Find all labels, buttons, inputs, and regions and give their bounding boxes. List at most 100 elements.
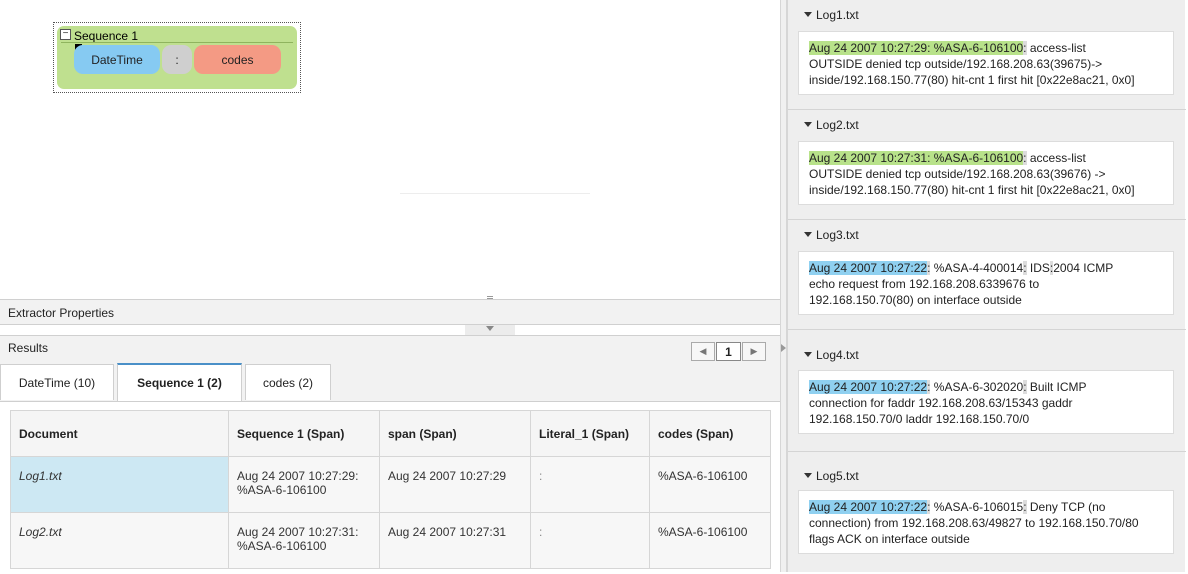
log-code: %ASA-6-302020 xyxy=(930,380,1024,394)
cell-sequence-line: Aug 24 2007 10:27:31: xyxy=(237,525,359,539)
log-section-log1: Log1.txt Aug 24 2007 10:27:29: %ASA-6-10… xyxy=(788,0,1186,110)
log-content[interactable]: Aug 24 2007 10:27:22: %ASA-6-302020: Bui… xyxy=(798,370,1174,434)
caret-down-icon[interactable] xyxy=(804,232,812,238)
expand-down-icon[interactable] xyxy=(486,326,494,331)
column-header-document[interactable]: Document xyxy=(10,410,229,457)
collapse-right-icon[interactable] xyxy=(781,344,786,352)
cell-sequence-line: %ASA-6-106100 xyxy=(237,539,327,553)
caret-down-icon[interactable] xyxy=(804,473,812,479)
log-name: Log4.txt xyxy=(816,348,859,362)
cell-sequence[interactable]: Aug 24 2007 10:27:29: %ASA-6-106100 xyxy=(228,456,380,513)
log-name: Log2.txt xyxy=(816,118,859,132)
log-text: 192.168.150.70/0 laddr 192.168.150.70/0 xyxy=(809,412,1030,426)
log-text: inside/192.168.150.77(80) hit-cnt 1 firs… xyxy=(809,73,1135,87)
sequence-node[interactable]: − Sequence 1 DateTime : codes xyxy=(57,26,297,89)
log-name: Log3.txt xyxy=(816,228,859,242)
tab-sequence-1[interactable]: Sequence 1 (2) xyxy=(117,363,242,401)
log-text: inside/192.168.150.77(80) hit-cnt 1 firs… xyxy=(809,183,1135,197)
results-tab-panel: Document Sequence 1 (Span) span (Span) L… xyxy=(0,401,780,574)
log-header[interactable]: Log1.txt xyxy=(804,8,859,22)
vertical-splitter[interactable] xyxy=(780,0,787,572)
log-text: access-list xyxy=(1026,41,1086,55)
sequence-title: Sequence 1 xyxy=(74,29,139,43)
log-text: access-list xyxy=(1026,151,1086,165)
cell-document[interactable]: Log2.txt xyxy=(10,512,229,569)
log-header[interactable]: Log2.txt xyxy=(804,118,859,132)
pager-next-button[interactable]: ▶ xyxy=(742,342,766,361)
log-text: Built ICMP xyxy=(1026,380,1087,394)
pager: ◀ 1 ▶ xyxy=(691,342,766,363)
log-code: %ASA-4-400014 xyxy=(930,261,1024,275)
log-text: IDS xyxy=(1026,261,1050,275)
datetime-chip[interactable]: DateTime xyxy=(74,45,160,74)
cell-codes[interactable]: %ASA-6-106100 xyxy=(649,456,771,513)
highlight-sequence: Aug 24 2007 10:27:31: %ASA-6-106100 xyxy=(809,151,1024,165)
log-section-log4: Log4.txt Aug 24 2007 10:27:22: %ASA-6-30… xyxy=(788,330,1186,452)
log-code: %ASA-6-106015 xyxy=(930,500,1024,514)
results-title: Results xyxy=(8,341,49,355)
log-text: connection for faddr 192.168.208.63/1534… xyxy=(809,396,1073,410)
results-tabs: DateTime (10) Sequence 1 (2) codes (2) xyxy=(0,363,780,401)
extractor-canvas[interactable]: − Sequence 1 DateTime : codes xyxy=(0,0,780,298)
log-name: Log1.txt xyxy=(816,8,859,22)
cell-literal[interactable]: : xyxy=(530,456,650,513)
literal-chip[interactable]: : xyxy=(162,45,192,74)
cell-codes[interactable]: %ASA-6-106100 xyxy=(649,512,771,569)
log-content[interactable]: Aug 24 2007 10:27:22: %ASA-6-106015: Den… xyxy=(798,490,1174,554)
sequence-divider xyxy=(61,42,293,43)
log-name: Log5.txt xyxy=(816,469,859,483)
log-text: OUTSIDE denied tcp outside/192.168.208.6… xyxy=(809,167,1106,181)
cell-sequence-line: Aug 24 2007 10:27:29: xyxy=(237,469,359,483)
log-content[interactable]: Aug 24 2007 10:27:22: %ASA-4-400014: IDS… xyxy=(798,251,1174,315)
table-header-row: Document Sequence 1 (Span) span (Span) L… xyxy=(10,410,771,457)
tab-codes[interactable]: codes (2) xyxy=(245,364,331,400)
column-header-sequence[interactable]: Sequence 1 (Span) xyxy=(228,410,380,457)
collapse-icon[interactable]: − xyxy=(60,29,71,40)
document-preview-panel: Log1.txt Aug 24 2007 10:27:29: %ASA-6-10… xyxy=(787,0,1186,572)
log-text: echo request from 192.168.208.6339676 to xyxy=(809,277,1040,291)
caret-down-icon[interactable] xyxy=(804,12,812,18)
extractor-properties-title: Extractor Properties xyxy=(8,306,115,320)
log-section-log3: Log3.txt Aug 24 2007 10:27:22: %ASA-4-40… xyxy=(788,220,1186,330)
codes-chip[interactable]: codes xyxy=(194,45,281,74)
extractor-properties-header[interactable]: Extractor Properties xyxy=(0,299,780,325)
highlight-datetime: Aug 24 2007 10:27:22 xyxy=(809,380,928,394)
cell-sequence[interactable]: Aug 24 2007 10:27:31: %ASA-6-106100 xyxy=(228,512,380,569)
highlight-sequence: Aug 24 2007 10:27:29: %ASA-6-106100 xyxy=(809,41,1024,55)
sequence-node-selection[interactable]: − Sequence 1 DateTime : codes xyxy=(53,22,301,93)
log-text: 2004 ICMP xyxy=(1053,261,1114,275)
log-text: connection) from 192.168.208.63/49827 to… xyxy=(809,516,1139,530)
log-text: flags ACK on interface outside xyxy=(809,532,970,546)
column-header-codes[interactable]: codes (Span) xyxy=(649,410,771,457)
pager-prev-button[interactable]: ◀ xyxy=(691,342,715,361)
caret-down-icon[interactable] xyxy=(804,122,812,128)
highlight-datetime: Aug 24 2007 10:27:22 xyxy=(809,500,928,514)
table-row[interactable]: Log2.txt Aug 24 2007 10:27:31: %ASA-6-106… xyxy=(10,512,771,569)
highlight-datetime: Aug 24 2007 10:27:22 xyxy=(809,261,928,275)
cell-span[interactable]: Aug 24 2007 10:27:29 xyxy=(379,456,531,513)
results-table: Document Sequence 1 (Span) span (Span) L… xyxy=(10,410,771,569)
table-row[interactable]: Log1.txt Aug 24 2007 10:27:29: %ASA-6-106… xyxy=(10,456,771,513)
tab-datetime[interactable]: DateTime (10) xyxy=(0,364,114,400)
log-section-log2: Log2.txt Aug 24 2007 10:27:31: %ASA-6-10… xyxy=(788,110,1186,220)
caret-down-icon[interactable] xyxy=(804,352,812,358)
column-header-literal[interactable]: Literal_1 (Span) xyxy=(530,410,650,457)
pager-page-number[interactable]: 1 xyxy=(716,342,741,361)
canvas-guide-line xyxy=(400,193,590,194)
column-header-span[interactable]: span (Span) xyxy=(379,410,531,457)
cell-document[interactable]: Log1.txt xyxy=(10,456,229,513)
chevron-left-icon: ◀ xyxy=(699,346,707,356)
log-text: 192.168.150.70(80) on interface outside xyxy=(809,293,1022,307)
log-text: OUTSIDE denied tcp outside/192.168.208.6… xyxy=(809,57,1103,71)
cell-literal[interactable]: : xyxy=(530,512,650,569)
log-text: Deny TCP (no xyxy=(1026,500,1106,514)
chevron-right-icon: ▶ xyxy=(750,346,758,356)
log-content[interactable]: Aug 24 2007 10:27:31: %ASA-6-106100: acc… xyxy=(798,141,1174,205)
log-header[interactable]: Log5.txt xyxy=(804,469,859,483)
log-header[interactable]: Log4.txt xyxy=(804,348,859,362)
log-header[interactable]: Log3.txt xyxy=(804,228,859,242)
cell-span[interactable]: Aug 24 2007 10:27:31 xyxy=(379,512,531,569)
log-content[interactable]: Aug 24 2007 10:27:29: %ASA-6-106100: acc… xyxy=(798,31,1174,95)
log-section-log5: Log5.txt Aug 24 2007 10:27:22: %ASA-6-10… xyxy=(788,452,1186,572)
cell-sequence-line: %ASA-6-106100 xyxy=(237,483,327,497)
